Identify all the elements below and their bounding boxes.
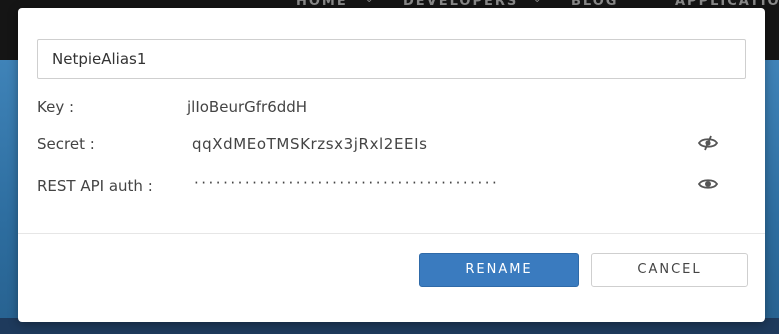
- eye-slash-icon[interactable]: [697, 135, 719, 151]
- key-value: jlIoBeurGfr6ddH: [187, 98, 308, 116]
- dialog-divider: [18, 233, 765, 234]
- chevron-down-icon: ⌄: [533, 0, 541, 5]
- chevron-down-icon: ⌄: [365, 0, 373, 5]
- key-label: Key :: [37, 98, 75, 116]
- rest-api-auth-value: ········································…: [194, 174, 500, 192]
- rest-api-auth-label: REST API auth :: [37, 177, 153, 195]
- alias-input[interactable]: [37, 39, 746, 79]
- secret-value: qqXdMEoTMSKrzsx3jRxl2EEIs: [192, 135, 428, 153]
- secret-label: Secret :: [37, 135, 95, 153]
- rename-dialog: Key : jlIoBeurGfr6ddH Secret : qqXdMEoTM…: [18, 8, 765, 322]
- cancel-button[interactable]: CANCEL: [591, 253, 748, 287]
- eye-icon[interactable]: [697, 176, 719, 192]
- rename-button[interactable]: RENAME: [419, 253, 579, 287]
